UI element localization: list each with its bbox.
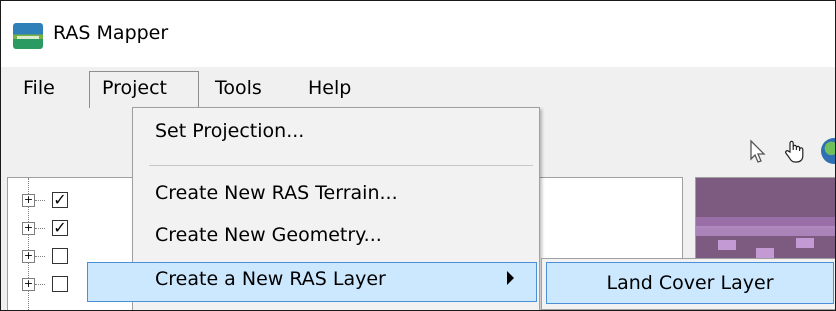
globe-icon[interactable] xyxy=(821,138,835,164)
menu-file[interactable]: File xyxy=(23,77,55,99)
ras-mapper-app-icon xyxy=(13,23,43,49)
expand-plus-icon[interactable]: + xyxy=(22,250,35,263)
tree-row[interactable]: + ✓ xyxy=(8,218,138,242)
menu-project[interactable]: Project xyxy=(102,77,167,99)
expand-plus-icon[interactable]: + xyxy=(22,278,35,291)
expand-plus-icon[interactable]: + xyxy=(22,222,35,235)
menu-item-set-projection[interactable]: Set Projection... xyxy=(155,120,304,142)
expand-plus-icon[interactable]: + xyxy=(22,194,35,207)
tree-dots xyxy=(35,284,45,285)
map-feature xyxy=(796,238,814,248)
layer-checkbox-unchecked[interactable] xyxy=(52,276,68,292)
map-feature xyxy=(718,240,736,250)
menu-item-land-cover-layer[interactable]: Land Cover Layer xyxy=(546,262,834,304)
tree-row[interactable]: + ✓ xyxy=(8,190,138,214)
app-window: RAS Mapper File Project Tools Help + ✓ +… xyxy=(0,0,836,311)
project-menu-dropdown: Set Projection... Create New RAS Terrain… xyxy=(87,107,540,310)
menu-item-create-terrain[interactable]: Create New RAS Terrain... xyxy=(155,182,398,204)
menu-item-create-geometry[interactable]: Create New Geometry... xyxy=(155,224,382,246)
menu-help[interactable]: Help xyxy=(308,77,351,99)
layer-checkbox-unchecked[interactable] xyxy=(52,248,68,264)
hand-pan-icon[interactable] xyxy=(781,138,807,164)
ras-layer-submenu: Land Cover Layer xyxy=(541,258,835,310)
map-feature xyxy=(756,248,774,258)
submenu-arrow-icon xyxy=(507,271,514,285)
tree-dots xyxy=(35,228,45,229)
tree-dots xyxy=(35,256,45,257)
pointer-arrow-icon[interactable] xyxy=(745,138,771,164)
tree-dots xyxy=(35,200,45,201)
menu-bar: File Project Tools Help xyxy=(1,67,835,108)
layer-checkbox-checked[interactable]: ✓ xyxy=(52,192,68,208)
menu-item-create-ras-layer[interactable]: Create a New RAS Layer xyxy=(155,268,386,290)
layer-checkbox-checked[interactable]: ✓ xyxy=(52,220,68,236)
map-feature xyxy=(696,226,835,236)
menu-separator xyxy=(149,165,533,166)
window-title: RAS Mapper xyxy=(53,22,169,44)
title-bar: RAS Mapper xyxy=(1,1,835,67)
menu-tools[interactable]: Tools xyxy=(215,77,262,99)
